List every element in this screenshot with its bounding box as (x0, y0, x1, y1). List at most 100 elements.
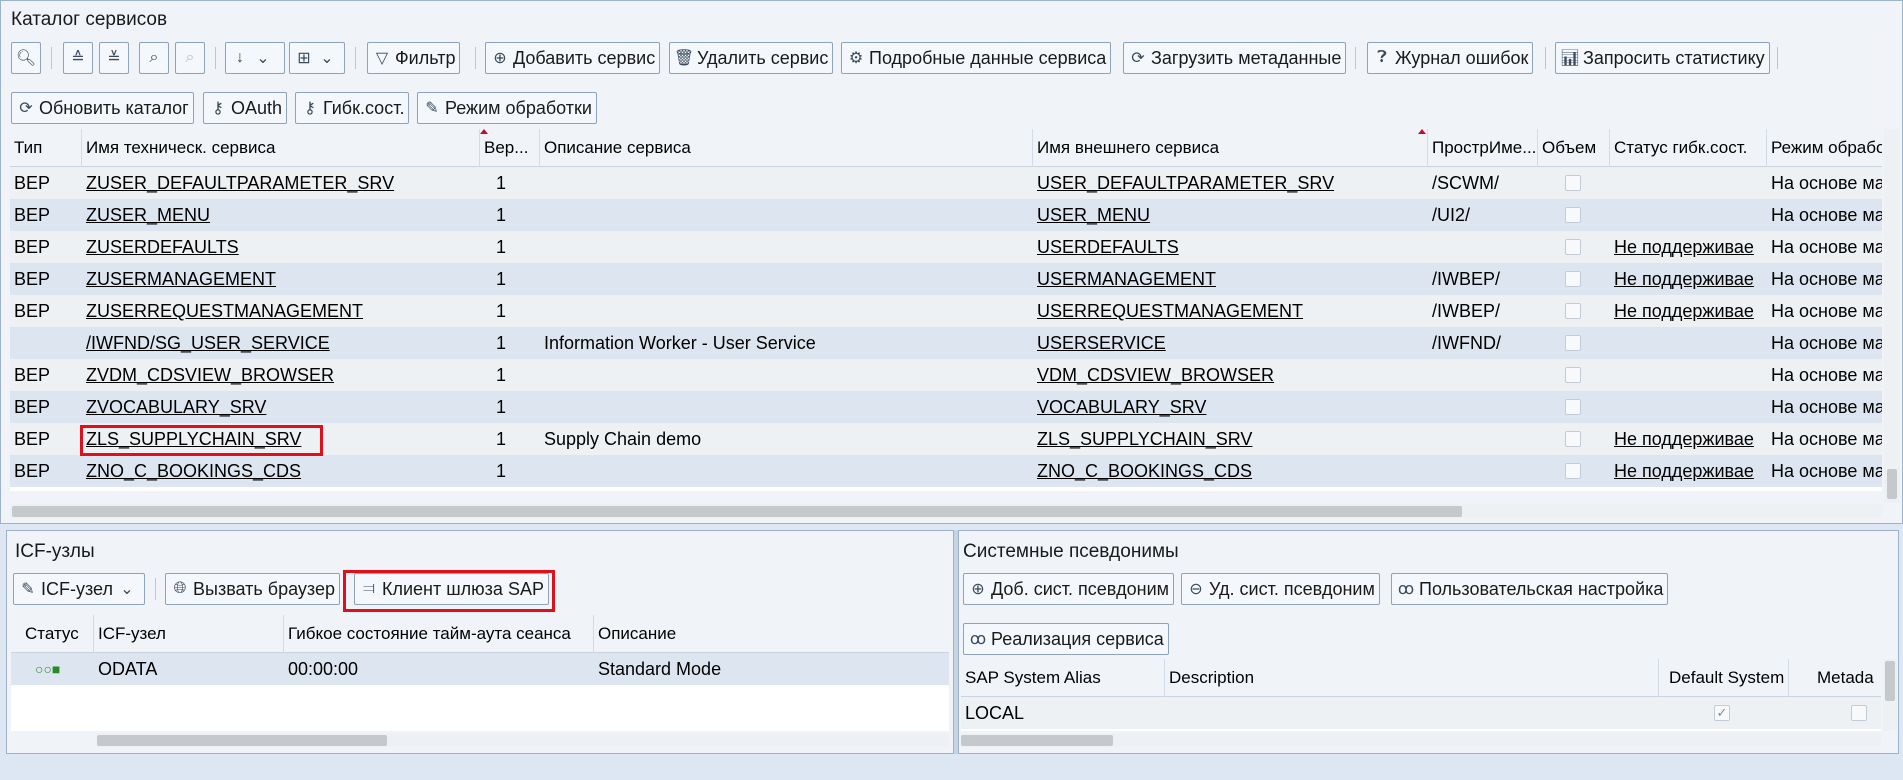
table-row[interactable]: BEP ZUSERMANAGEMENT 1 USERMANAGEMENT/IWBEP/… (10, 263, 1882, 295)
scrollbar-thumb[interactable] (1885, 661, 1895, 701)
volume-checkbox[interactable] (1565, 335, 1581, 351)
column-header-processing-mode[interactable]: Режим обрабо (1767, 129, 1882, 167)
table-row[interactable]: /IWFND/SG_USER_SERVICE 1 Information Worke… (10, 327, 1882, 359)
external-name-link[interactable]: USERMANAGEMENT (1033, 263, 1428, 295)
horizontal-scrollbar[interactable] (961, 733, 1881, 747)
processing-mode-button[interactable]: ✎ Режим обработки (417, 92, 597, 124)
external-name-link[interactable]: USERREQUESTMANAGEMENT (1033, 295, 1428, 327)
find-button[interactable]: ⌕ (139, 42, 169, 74)
column-header-alias[interactable]: SAP System Alias (961, 659, 1165, 697)
tech-name-link[interactable]: ZUSERDEFAULTS (82, 231, 480, 263)
volume-checkbox[interactable] (1565, 207, 1581, 223)
scrollbar-thumb[interactable] (97, 735, 387, 746)
table-row[interactable]: BEP ZLS_SUPPLYCHAIN_SRV 1 Supply Chain demo… (10, 423, 1882, 455)
table-row[interactable]: BEP ZUSERDEFAULTS 1 USERDEFAULTS Не поддержи… (10, 231, 1882, 263)
column-header-volume[interactable]: Объем (1538, 129, 1610, 167)
soft-state-link[interactable] (1610, 199, 1767, 231)
oauth-button[interactable]: ⚷ OAuth (203, 92, 288, 124)
external-name-link[interactable]: USERDEFAULTS (1033, 231, 1428, 263)
column-header-description[interactable]: Описание (594, 615, 949, 653)
soft-state-link[interactable]: Не поддерживае (1610, 263, 1767, 295)
soft-state-link[interactable] (1610, 167, 1767, 199)
default-system-checkbox[interactable]: ✓ (1714, 705, 1730, 721)
add-alias-button[interactable]: ⊕ Доб. сист. псевдоним (963, 573, 1175, 605)
volume-checkbox[interactable] (1565, 399, 1581, 415)
external-name-link[interactable]: ZNO_C_BOOKINGS_CDS (1033, 455, 1428, 487)
horizontal-scrollbar[interactable] (10, 504, 1882, 518)
table-row[interactable]: BEP ZVDM_CDSVIEW_BROWSER 1 VDM_CDSVIEW_BROW… (10, 359, 1882, 391)
zoom-details-button[interactable]: 🔍︎ (11, 42, 41, 74)
table-row[interactable]: BEP ZUSERREQUESTMANAGEMENT 1 USERREQUESTMAN… (10, 295, 1882, 327)
tech-name-link[interactable]: ZVDM_CDSVIEW_BROWSER (82, 359, 480, 391)
remove-alias-button[interactable]: ⊖ Уд. сист. псевдоним (1181, 573, 1380, 605)
external-name-link[interactable]: ZLS_SUPPLYCHAIN_SRV (1033, 423, 1428, 455)
filter-button[interactable]: ▽ Фильтр (367, 42, 461, 74)
tech-name-link[interactable]: ZVOCABULARY_SRV (82, 391, 480, 423)
vertical-scrollbar[interactable] (1884, 129, 1900, 503)
metadata-checkbox[interactable] (1851, 705, 1867, 721)
service-implementation-button[interactable]: ꝏ Реализация сервиса (963, 623, 1169, 655)
tech-name-link[interactable]: ZUSERMANAGEMENT (82, 263, 480, 295)
tech-name-link[interactable]: ZLS_SUPPLYCHAIN_SRV (82, 423, 480, 455)
volume-checkbox[interactable] (1565, 463, 1581, 479)
scrollbar-thumb[interactable] (1887, 469, 1897, 499)
table-row[interactable]: LOCAL ✓ (961, 697, 1881, 729)
external-name-link[interactable]: VOCABULARY_SRV (1033, 391, 1428, 423)
delete-service-button[interactable]: 🗑︎ Удалить сервис (669, 42, 834, 74)
icf-node-dropdown-button[interactable]: ✎ ICF-узел ⌄ (13, 573, 145, 605)
column-header-metadata[interactable]: Metada (1789, 659, 1881, 697)
external-name-link[interactable]: USERSERVICE (1033, 327, 1428, 359)
table-row[interactable]: BEP ZUSER_DEFAULTPARAMETER_SRV 1 USER_DEFAU… (10, 167, 1882, 199)
vertical-scrollbar[interactable] (1883, 659, 1897, 731)
volume-checkbox[interactable] (1565, 431, 1581, 447)
service-details-button[interactable]: ⚙ Подробные данные сервиса (841, 42, 1112, 74)
horizontal-scrollbar[interactable] (97, 733, 949, 747)
call-browser-button[interactable]: 🌐︎ Вызвать браузер (165, 573, 340, 605)
table-row[interactable]: BEP ZUSER_MENU 1 USER_MENU/UI2/На основе ма (10, 199, 1882, 231)
column-header-status[interactable]: Статус (11, 615, 94, 653)
soft-state-button[interactable]: ⚷ Гибк.сост. (295, 92, 410, 124)
error-log-button[interactable]: ❓︎ Журнал ошибок (1367, 42, 1534, 74)
request-statistics-button[interactable]: 📊︎ Запросить статистику (1555, 42, 1770, 74)
volume-checkbox[interactable] (1565, 303, 1581, 319)
column-header-type[interactable]: Тип (10, 129, 82, 167)
gateway-client-button[interactable]: ⫤ Клиент шлюза SAP (354, 573, 549, 605)
column-header-timeout[interactable]: Гибкое состояние тайм-аута сеанса (284, 615, 594, 653)
column-header-external-name[interactable]: Имя внешнего сервиса (1033, 129, 1428, 167)
sort-ascending-button[interactable]: ≙ (63, 42, 93, 74)
soft-state-link[interactable] (1610, 327, 1767, 359)
soft-state-link[interactable]: Не поддерживае (1610, 455, 1767, 487)
column-header-description[interactable]: Описание сервиса (540, 129, 1033, 167)
user-settings-button[interactable]: ꝏ Пользовательская настройка (1391, 573, 1669, 605)
volume-checkbox[interactable] (1565, 239, 1581, 255)
table-row[interactable]: ○○■ ODATA 00:00:00 Standard Mode (11, 653, 949, 685)
external-name-link[interactable]: USER_DEFAULTPARAMETER_SRV (1033, 167, 1428, 199)
refresh-catalog-button[interactable]: ⟳ Обновить каталог (11, 92, 194, 124)
scrollbar-thumb[interactable] (961, 735, 1113, 746)
export-dropdown-button[interactable]: ↓ ⌄ (225, 42, 285, 74)
volume-checkbox[interactable] (1565, 271, 1581, 287)
volume-checkbox[interactable] (1565, 367, 1581, 383)
column-header-icf-node[interactable]: ICF-узел (94, 615, 284, 653)
sort-descending-button[interactable]: ≚ (99, 42, 129, 74)
soft-state-link[interactable]: Не поддерживае (1610, 423, 1767, 455)
soft-state-link[interactable] (1610, 391, 1767, 423)
find-next-button[interactable]: ⌕ (175, 42, 205, 74)
column-header-soft-state[interactable]: Статус гибк.сост. (1610, 129, 1767, 167)
vertical-splitter[interactable] (954, 530, 958, 754)
layout-dropdown-button[interactable]: ⊞ ⌄ (289, 42, 345, 74)
load-metadata-button[interactable]: ⟳ Загрузить метаданные (1123, 42, 1347, 74)
column-header-description[interactable]: Description (1165, 659, 1659, 697)
soft-state-link[interactable] (1610, 359, 1767, 391)
tech-name-link[interactable]: /IWFND/SG_USER_SERVICE (82, 327, 480, 359)
column-header-version[interactable]: Вер... (480, 129, 540, 167)
tech-name-link[interactable]: ZUSERREQUESTMANAGEMENT (82, 295, 480, 327)
column-header-default-system[interactable]: Default System (1659, 659, 1789, 697)
column-header-tech-name[interactable]: Имя техническ. сервиса (82, 129, 480, 167)
tech-name-link[interactable]: ZUSER_MENU (82, 199, 480, 231)
soft-state-link[interactable]: Не поддерживае (1610, 231, 1767, 263)
tech-name-link[interactable]: ZNO_C_BOOKINGS_CDS (82, 455, 480, 487)
external-name-link[interactable]: VDM_CDSVIEW_BROWSER (1033, 359, 1428, 391)
table-row[interactable]: BEP ZNO_C_BOOKINGS_CDS 1 ZNO_C_BOOKINGS_CDS… (10, 455, 1882, 487)
tech-name-link[interactable]: ZUSER_DEFAULTPARAMETER_SRV (82, 167, 480, 199)
